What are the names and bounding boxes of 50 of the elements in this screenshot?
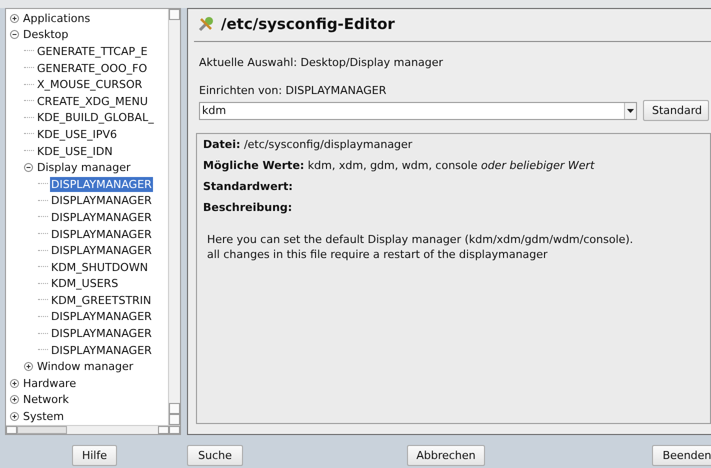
dialog-button[interactable]: Beenden xyxy=(652,445,711,466)
expander-icon[interactable] xyxy=(10,14,19,23)
tree-item[interactable]: DISPLAYMANAGER xyxy=(50,326,153,342)
current-selection-text: Aktuelle Auswahl: Desktop/Display manager xyxy=(198,56,444,69)
tree-item[interactable]: KDM_SHUTDOWN xyxy=(50,260,149,275)
info-text: Standardwert: xyxy=(203,180,294,193)
tree-item[interactable]: Window manager xyxy=(36,359,134,374)
info-text: Beschreibung: xyxy=(203,201,294,214)
default-button[interactable]: Standard xyxy=(643,100,709,121)
tree-item[interactable]: DISPLAYMANAGER xyxy=(50,243,153,258)
tree-item[interactable]: KDM_USERS xyxy=(50,276,120,292)
dialog-button[interactable]: Suche xyxy=(187,445,243,466)
tree-item[interactable]: DISPLAYMANAGER xyxy=(50,193,153,208)
description-text: Here you can set the default Display manager (kdm/xdm/gdm/wdm/console). xyxy=(207,232,634,247)
expander-icon[interactable] xyxy=(10,30,19,40)
tree-item[interactable]: Network xyxy=(22,392,70,408)
tree-item[interactable]: X_MOUSE_CURSOR xyxy=(36,77,144,92)
tree-item[interactable]: Hardware xyxy=(22,376,78,391)
caret-icon xyxy=(627,108,634,112)
expander-icon[interactable] xyxy=(24,163,33,172)
tree-item[interactable]: DISPLAYMANAGER xyxy=(50,309,153,324)
info-text: Mögliche Werte: kdm, xdm, gdm, wdm, console oder beliebiger Wert xyxy=(203,159,596,172)
tree-item[interactable]: KDE_BUILD_GLOBAL_ xyxy=(36,110,155,126)
tree-item[interactable]: DISPLAYMANAGER xyxy=(50,226,153,242)
expander-icon[interactable] xyxy=(10,412,19,422)
info-text: Datei: /etc/sysconfig/displaymanager xyxy=(203,138,414,151)
tree-item[interactable]: GENERATE_TTCAP_E xyxy=(36,44,149,59)
tree-item[interactable]: DISPLAYMANAGER xyxy=(50,342,153,358)
dialog-button[interactable]: Abbrechen xyxy=(407,445,485,466)
expander-icon[interactable] xyxy=(10,395,19,404)
tree-item[interactable]: DISPLAYMANAGER xyxy=(50,210,153,225)
dialog-button[interactable]: Hilfe xyxy=(72,445,117,466)
tree-item[interactable]: Display manager xyxy=(36,160,132,176)
value-dropdown[interactable]: kdm xyxy=(199,102,637,120)
tree-item[interactable]: KDE_USE_IPV6 xyxy=(36,126,118,142)
tree-item[interactable]: GENERATE_OOO_FO xyxy=(36,60,148,76)
tree-item[interactable]: DISPLAYMANAGER xyxy=(50,176,153,192)
expander-icon[interactable] xyxy=(24,362,33,372)
tree-item[interactable]: Desktop xyxy=(22,27,70,42)
vertical-scrollbar[interactable] xyxy=(168,9,180,425)
description-text: all changes in this file require a restart of the displaymanager xyxy=(207,247,549,262)
expander-icon[interactable] xyxy=(10,378,19,388)
tree-item[interactable]: Applications xyxy=(22,10,92,26)
tree-item[interactable]: System xyxy=(22,409,66,424)
wrench-icon xyxy=(197,15,215,33)
tree-item[interactable]: CREATE_XDG_MENU xyxy=(36,94,149,109)
tree-item[interactable]: KDE_USE_IDN xyxy=(36,144,114,159)
tree-item[interactable]: KDM_GREETSTRIN xyxy=(50,292,152,308)
window-title: /etc/sysconfig-Editor xyxy=(221,15,395,33)
setting-label: Einrichten von: DISPLAYMANAGER xyxy=(198,84,388,97)
